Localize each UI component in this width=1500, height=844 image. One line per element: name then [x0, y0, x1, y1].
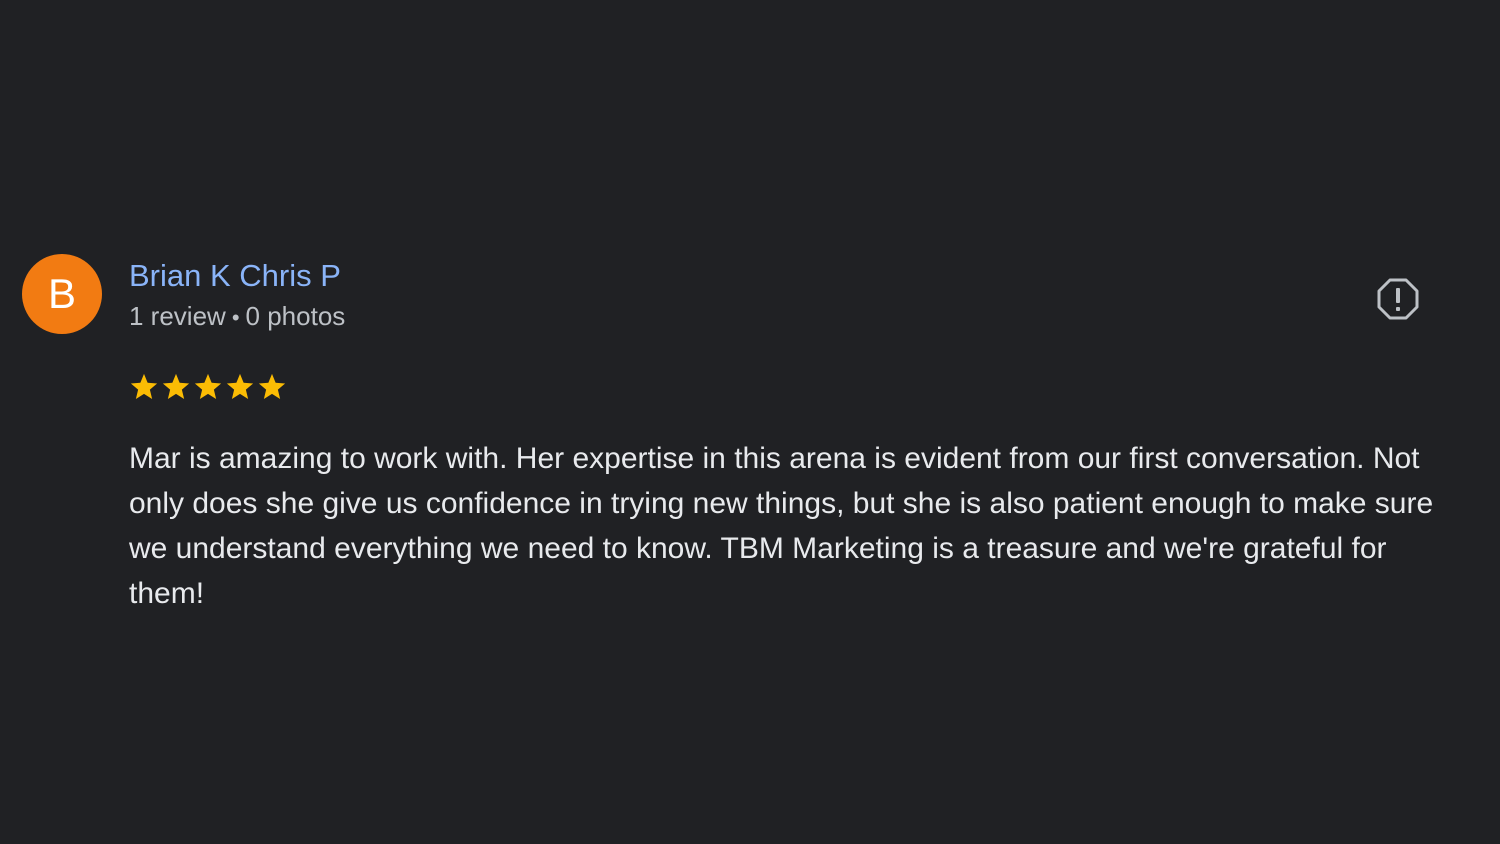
review-page: B Brian K Chris P 1 review • 0 photos Mar … [0, 0, 1500, 844]
author-block: Brian K Chris P 1 review • 0 photos [129, 256, 345, 336]
report-review-button[interactable] [1374, 275, 1422, 323]
meta-separator: • [231, 305, 240, 330]
avatar[interactable]: B [22, 254, 102, 334]
star-icon [226, 373, 254, 399]
star-rating [129, 372, 287, 402]
photo-count: 0 photos [245, 301, 346, 331]
report-flag-icon [1377, 278, 1419, 320]
star-icon [194, 373, 222, 399]
author-meta: 1 review • 0 photos [129, 298, 345, 336]
star-icon [258, 373, 286, 399]
star-icon [162, 373, 190, 399]
review-text: Mar is amazing to work with. Her experti… [129, 442, 1434, 610]
star-icon [130, 373, 158, 399]
author-name-link[interactable]: Brian K Chris P [129, 256, 345, 296]
review-count: 1 review [129, 301, 226, 331]
